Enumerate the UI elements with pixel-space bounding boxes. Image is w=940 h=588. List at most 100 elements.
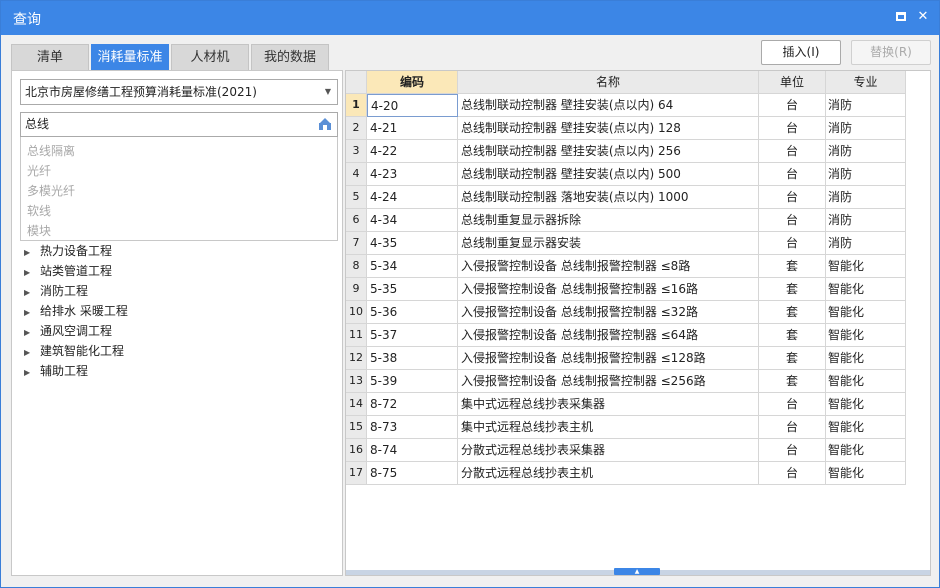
row-number[interactable]: 11 — [346, 324, 367, 347]
row-number[interactable]: 9 — [346, 278, 367, 301]
row-number[interactable]: 4 — [346, 163, 367, 186]
cell-code[interactable]: 4-23 — [367, 163, 458, 186]
search-input[interactable]: 总线 — [20, 112, 338, 137]
tab-labor-material-machine[interactable]: 人材机 — [171, 44, 249, 70]
cell-name[interactable]: 入侵报警控制设备 总线制报警控制器 ≤64路 — [458, 324, 759, 347]
chevron-right-icon[interactable]: ▶ — [24, 283, 40, 303]
cell-code[interactable]: 5-34 — [367, 255, 458, 278]
row-number[interactable]: 3 — [346, 140, 367, 163]
cell-specialty[interactable]: 消防 — [826, 163, 906, 186]
cell-code[interactable]: 4-35 — [367, 232, 458, 255]
cell-unit[interactable]: 套 — [759, 370, 826, 393]
cell-unit[interactable]: 套 — [759, 347, 826, 370]
cell-code[interactable]: 4-34 — [367, 209, 458, 232]
cell-code[interactable]: 8-72 — [367, 393, 458, 416]
cell-code[interactable]: 5-36 — [367, 301, 458, 324]
cell-specialty[interactable]: 消防 — [826, 209, 906, 232]
title-bar[interactable]: 查询 ✕ — [1, 1, 939, 35]
maximize-icon[interactable] — [893, 9, 909, 25]
cell-name[interactable]: 分散式远程总线抄表主机 — [458, 462, 759, 485]
cell-code[interactable]: 5-38 — [367, 347, 458, 370]
suggestion-item[interactable]: 软线 — [27, 201, 51, 221]
cell-code[interactable]: 4-21 — [367, 117, 458, 140]
cell-name[interactable]: 集中式远程总线抄表采集器 — [458, 393, 759, 416]
cell-name[interactable]: 入侵报警控制设备 总线制报警控制器 ≤256路 — [458, 370, 759, 393]
cell-unit[interactable]: 套 — [759, 278, 826, 301]
suggestion-item[interactable]: 多模光纤 — [27, 181, 75, 201]
tree-item[interactable]: ▶ 建筑智能化工程 — [24, 341, 124, 361]
cell-specialty[interactable]: 智能化 — [826, 324, 906, 347]
row-number[interactable]: 10 — [346, 301, 367, 324]
cell-unit[interactable]: 台 — [759, 209, 826, 232]
header-name[interactable]: 名称 — [458, 71, 759, 94]
cell-name[interactable]: 总线制联动控制器 壁挂安装(点以内) 64 — [458, 94, 759, 117]
cell-code[interactable]: 4-22 — [367, 140, 458, 163]
cell-unit[interactable]: 套 — [759, 324, 826, 347]
header-unit[interactable]: 单位 — [759, 71, 826, 94]
suggestion-item[interactable]: 光纤 — [27, 161, 51, 181]
row-number[interactable]: 12 — [346, 347, 367, 370]
chevron-right-icon[interactable]: ▶ — [24, 343, 40, 363]
cell-unit[interactable]: 台 — [759, 94, 826, 117]
cell-specialty[interactable]: 智能化 — [826, 370, 906, 393]
cell-specialty[interactable]: 智能化 — [826, 347, 906, 370]
cell-specialty[interactable]: 消防 — [826, 94, 906, 117]
cell-unit[interactable]: 台 — [759, 140, 826, 163]
cell-unit[interactable]: 台 — [759, 416, 826, 439]
cell-unit[interactable]: 台 — [759, 117, 826, 140]
tree-item[interactable]: ▶ 通风空调工程 — [24, 321, 112, 341]
row-number[interactable]: 1 — [346, 94, 367, 117]
cell-name[interactable]: 总线制重复显示器拆除 — [458, 209, 759, 232]
cell-unit[interactable]: 台 — [759, 439, 826, 462]
cell-name[interactable]: 总线制联动控制器 落地安装(点以内) 1000 — [458, 186, 759, 209]
cell-unit[interactable]: 台 — [759, 186, 826, 209]
cell-name[interactable]: 总线制联动控制器 壁挂安装(点以内) 500 — [458, 163, 759, 186]
row-number[interactable]: 13 — [346, 370, 367, 393]
tree-item[interactable]: ▶ 热力设备工程 — [24, 241, 112, 261]
chevron-right-icon[interactable]: ▶ — [24, 303, 40, 323]
cell-name[interactable]: 入侵报警控制设备 总线制报警控制器 ≤16路 — [458, 278, 759, 301]
cell-name[interactable]: 总线制联动控制器 壁挂安装(点以内) 256 — [458, 140, 759, 163]
insert-button[interactable]: 插入(I) — [761, 40, 841, 65]
chevron-right-icon[interactable]: ▶ — [24, 263, 40, 283]
cell-code[interactable]: 8-75 — [367, 462, 458, 485]
tree-item[interactable]: ▶ 给排水 采暖工程 — [24, 301, 128, 321]
cell-name[interactable]: 集中式远程总线抄表主机 — [458, 416, 759, 439]
cell-code[interactable]: 8-74 — [367, 439, 458, 462]
cell-unit[interactable]: 台 — [759, 393, 826, 416]
cell-specialty[interactable]: 消防 — [826, 140, 906, 163]
cell-specialty[interactable]: 智能化 — [826, 462, 906, 485]
row-number[interactable]: 15 — [346, 416, 367, 439]
cell-unit[interactable]: 台 — [759, 163, 826, 186]
row-number[interactable]: 8 — [346, 255, 367, 278]
cell-unit[interactable]: 套 — [759, 255, 826, 278]
cell-code[interactable]: 4-20 — [367, 94, 458, 117]
scroll-grip[interactable]: ▲ — [614, 568, 660, 575]
suggestion-item[interactable]: 总线隔离 — [27, 141, 75, 161]
cell-specialty[interactable]: 智能化 — [826, 416, 906, 439]
tree-item[interactable]: ▶ 辅助工程 — [24, 361, 88, 381]
cell-name[interactable]: 入侵报警控制设备 总线制报警控制器 ≤128路 — [458, 347, 759, 370]
row-number[interactable]: 17 — [346, 462, 367, 485]
header-specialty[interactable]: 专业 — [826, 71, 906, 94]
cell-specialty[interactable]: 智能化 — [826, 393, 906, 416]
tree-item[interactable]: ▶ 消防工程 — [24, 281, 88, 301]
cell-code[interactable]: 4-24 — [367, 186, 458, 209]
standard-select[interactable]: 北京市房屋修缮工程预算消耗量标准(2021) ▼ — [20, 79, 338, 105]
tree-item[interactable]: ▶ 站类管道工程 — [24, 261, 112, 281]
cell-code[interactable]: 5-35 — [367, 278, 458, 301]
cell-name[interactable]: 分散式远程总线抄表采集器 — [458, 439, 759, 462]
chevron-right-icon[interactable]: ▶ — [24, 363, 40, 383]
search-history-icon[interactable] — [318, 117, 332, 131]
cell-specialty[interactable]: 智能化 — [826, 255, 906, 278]
cell-specialty[interactable]: 智能化 — [826, 278, 906, 301]
row-number[interactable]: 7 — [346, 232, 367, 255]
cell-code[interactable]: 5-37 — [367, 324, 458, 347]
chevron-right-icon[interactable]: ▶ — [24, 243, 40, 263]
header-code[interactable]: 编码 — [367, 71, 458, 94]
suggestion-item[interactable]: 模块 — [27, 221, 51, 241]
close-icon[interactable]: ✕ — [915, 9, 931, 25]
tab-my-data[interactable]: 我的数据 — [251, 44, 329, 70]
cell-code[interactable]: 8-73 — [367, 416, 458, 439]
tab-bill[interactable]: 清单 — [11, 44, 89, 70]
